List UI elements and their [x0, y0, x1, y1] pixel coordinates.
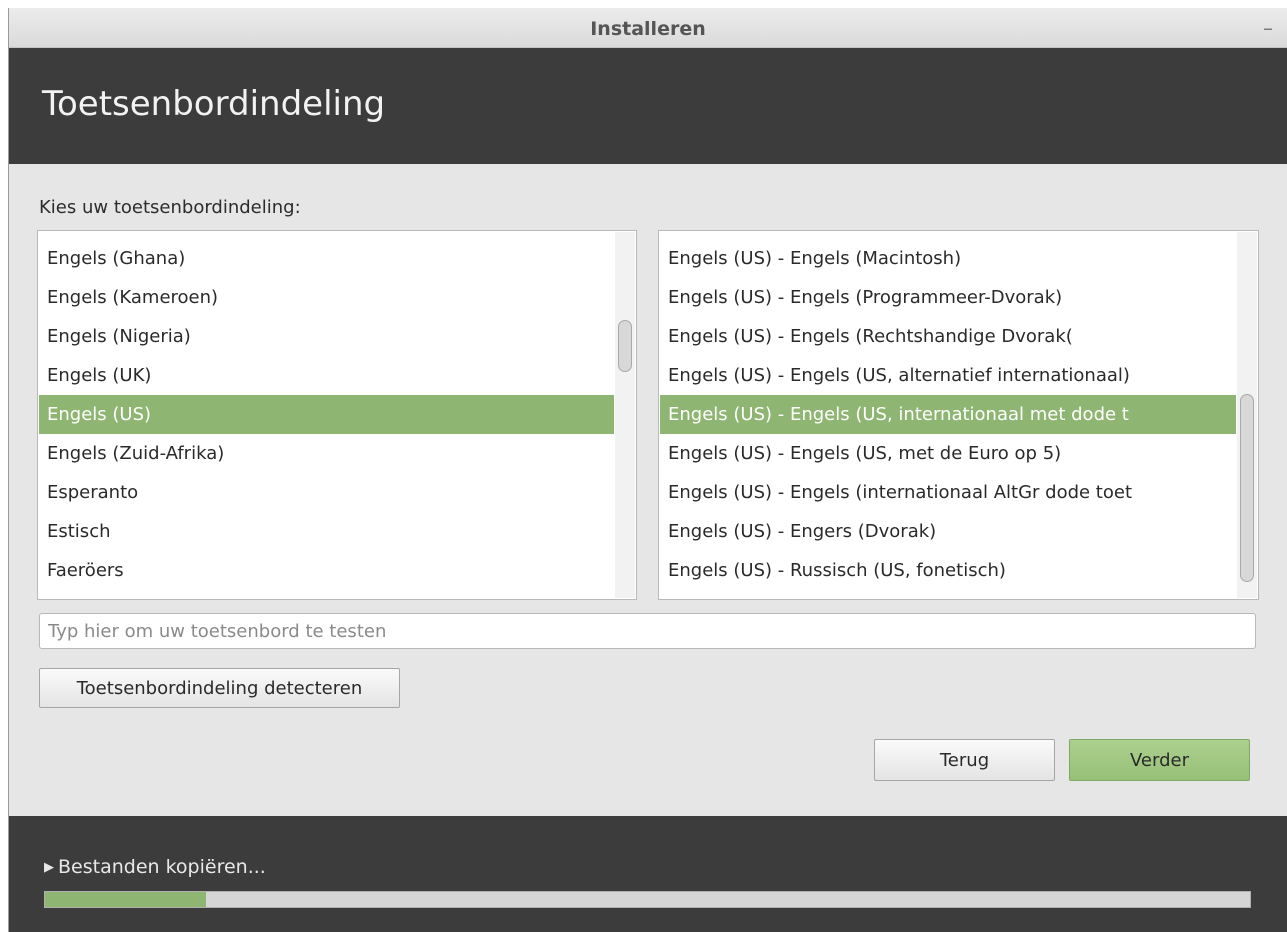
installer-window: Installeren – Toetsenbordindeling Kies u… [8, 8, 1287, 932]
progress-status: ▶ Bestanden kopiëren... [44, 856, 266, 878]
layout-list-item[interactable]: Engels (Kameroen) [39, 278, 614, 317]
variant-list-item[interactable]: Engels (US) - Engels (US, met de Euro op… [660, 434, 1236, 473]
progress-status-text: Bestanden kopiëren... [58, 856, 266, 878]
window-title: Installeren [590, 18, 706, 40]
progress-footer: ▶ Bestanden kopiëren... [9, 816, 1287, 932]
layout-list-scroll-thumb[interactable] [618, 320, 632, 372]
layout-list[interactable]: Engels (Ghana) Engels (Kameroen) Engels (N… [37, 230, 637, 600]
variant-list-scroll-thumb[interactable] [1240, 394, 1254, 582]
layout-list-item[interactable]: Esperanto [39, 473, 614, 512]
layout-list-item[interactable]: Engels (Ghana) [39, 239, 614, 278]
variant-list-item[interactable]: Engels (US) - Engels (US, internationaal… [660, 395, 1236, 434]
variant-list-item[interactable]: Engels (US) - Engels (Programmeer-Dvorak… [660, 278, 1236, 317]
variant-list-item[interactable]: Engels (US) - Engers (Dvorak) [660, 512, 1236, 551]
title-bar[interactable]: Installeren – [9, 8, 1287, 48]
page-header: Toetsenbordindeling [9, 48, 1287, 164]
keyboard-layout-prompt: Kies uw toetsenbordindeling: [39, 197, 301, 218]
layout-list-scrollbar[interactable] [615, 232, 635, 598]
layout-list-item[interactable]: Engels (Nigeria) [39, 317, 614, 356]
progress-bar-fill [45, 892, 207, 907]
variant-list-item[interactable]: Engels (US) - Engels (Rechtshandige Dvor… [660, 317, 1236, 356]
variant-list-item[interactable]: Engels (US) - Engels (internationaal Alt… [660, 473, 1236, 512]
next-button[interactable]: Verder [1069, 739, 1250, 781]
layout-list-item[interactable]: Engels (UK) [39, 356, 614, 395]
minimize-icon[interactable]: – [1263, 16, 1273, 40]
layout-list-item[interactable]: Engels (US) [39, 395, 614, 434]
layout-list-rows: Engels (Ghana) Engels (Kameroen) Engels (N… [39, 239, 614, 590]
expand-triangle-icon[interactable]: ▶ [44, 860, 54, 875]
variant-list-item[interactable]: Engels (US) - Russisch (US, fonetisch) [660, 551, 1236, 590]
detect-layout-button[interactable]: Toetsenbordindeling detecteren [39, 668, 400, 708]
variant-list-rows: Engels (US) - Engels (Macintosh) Engels (… [660, 239, 1236, 590]
variant-list-item[interactable]: Engels (US) - Engels (US, alternatief in… [660, 356, 1236, 395]
keyboard-test-input[interactable] [39, 613, 1256, 649]
layout-list-item[interactable]: Estisch [39, 512, 614, 551]
progress-bar [44, 891, 1251, 908]
layout-list-item[interactable]: Engels (Zuid-Afrika) [39, 434, 614, 473]
page-title: Toetsenbordindeling [42, 84, 386, 124]
variant-list[interactable]: Engels (US) - Engels (Macintosh) Engels (… [658, 230, 1259, 600]
variant-list-scrollbar[interactable] [1237, 232, 1257, 598]
variant-list-item[interactable]: Engels (US) - Engels (Macintosh) [660, 239, 1236, 278]
back-button[interactable]: Terug [874, 739, 1055, 781]
layout-list-item[interactable]: Faeröers [39, 551, 614, 590]
